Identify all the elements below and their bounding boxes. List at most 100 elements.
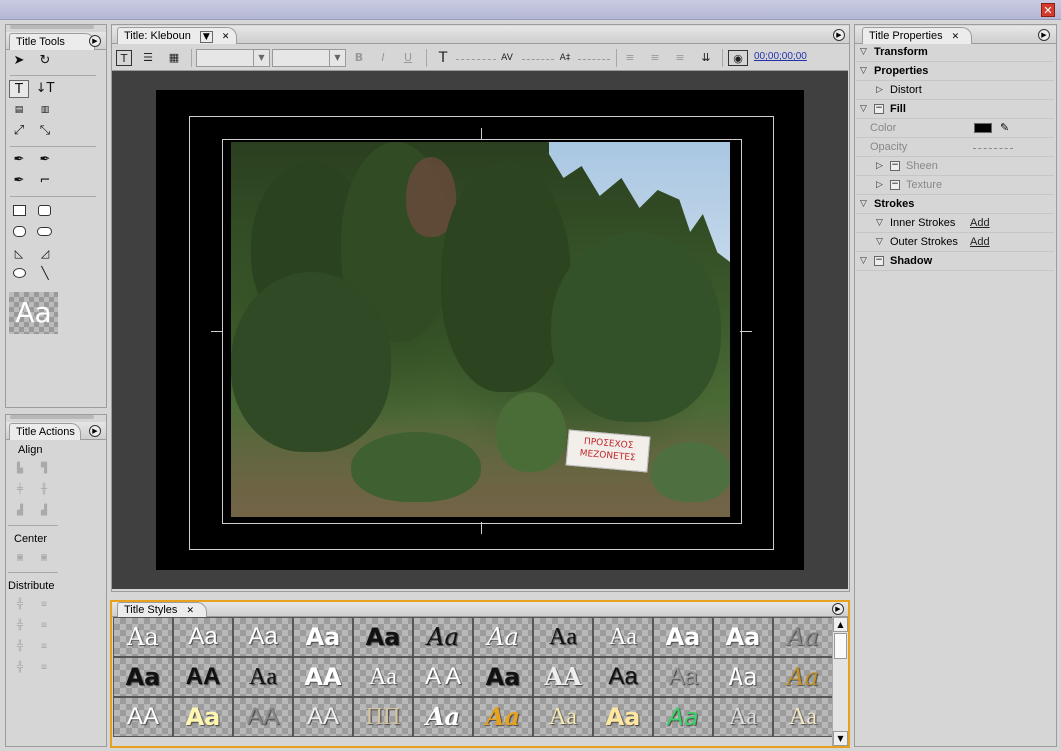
kerning-icon[interactable]: AV (498, 50, 516, 66)
arc-tool-icon[interactable]: ◿ (35, 245, 55, 263)
scroll-down-icon[interactable]: ▼ (833, 731, 848, 746)
align-v-center-icon[interactable]: ╫ (36, 483, 52, 497)
style-swatch[interactable]: AA (533, 657, 593, 697)
add-stroke-link[interactable]: Add (970, 233, 990, 251)
panel-grip[interactable] (10, 415, 94, 419)
tab-dropdown-icon[interactable]: ▼ (199, 31, 213, 43)
style-swatch[interactable]: Aa (713, 657, 773, 697)
style-swatch[interactable]: Aa (353, 617, 413, 657)
distribute-right-icon[interactable]: ╬ (12, 640, 28, 654)
property-row-inner-strokes[interactable]: ▽ Inner Strokes Add (856, 214, 1054, 233)
enable-checkbox[interactable]: − (874, 104, 884, 114)
fill-color-swatch[interactable] (974, 123, 992, 133)
delete-anchor-tool-icon[interactable]: ✒ (35, 151, 55, 169)
center-vertical-icon[interactable]: ▣ (12, 551, 28, 565)
style-swatch[interactable]: Aa (713, 697, 773, 737)
rotation-tool-icon[interactable]: ↻ (35, 52, 55, 70)
property-row-strokes[interactable]: ▽ Strokes (856, 195, 1054, 214)
panel-menu-icon[interactable]: ▶ (832, 603, 844, 615)
tab-title-tools[interactable]: Title Tools (9, 33, 95, 50)
rectangle-tool-icon[interactable] (13, 205, 26, 216)
font-size-field-icon[interactable] (456, 50, 496, 60)
distribute-top-icon[interactable]: ≡ (36, 598, 52, 612)
font-size-icon[interactable]: T (434, 50, 452, 66)
scroll-thumb[interactable] (834, 633, 847, 659)
distribute-v-even-icon[interactable]: ≡ (36, 661, 52, 675)
style-swatch[interactable]: AA (113, 697, 173, 737)
type-tool-icon[interactable]: T (9, 80, 29, 98)
expand-triangle-icon[interactable]: ▽ (860, 43, 867, 61)
style-swatch[interactable]: A A (413, 657, 473, 697)
enable-checkbox[interactable]: − (890, 161, 900, 171)
style-swatch[interactable]: Aa (653, 617, 713, 657)
style-swatch[interactable]: Aa (773, 617, 833, 657)
style-swatch[interactable]: Aa (473, 697, 533, 737)
distribute-h-even-icon[interactable]: ╬ (12, 661, 28, 675)
property-row-color[interactable]: Color ✎ (856, 119, 1054, 138)
align-left-icon[interactable]: ▙ (12, 462, 28, 476)
style-swatch[interactable]: Aa (593, 617, 653, 657)
tab-title-kleboun[interactable]: Title: Kleboun ▼ ✕ (117, 27, 237, 44)
tab-title-properties[interactable]: Title Properties ✕ (862, 27, 972, 44)
property-row-properties[interactable]: ▽ Properties (856, 62, 1054, 81)
align-center-text-icon[interactable]: ≡ (647, 50, 663, 66)
add-stroke-link[interactable]: Add (970, 214, 990, 232)
new-title-icon[interactable]: T (116, 50, 132, 66)
style-swatch[interactable]: Aa (473, 657, 533, 697)
font-style-dropdown[interactable]: ▼ (272, 49, 346, 67)
tab-close-icon[interactable]: ✕ (186, 606, 194, 616)
style-swatch[interactable]: Aa (773, 657, 833, 697)
pen-tool-icon[interactable]: ✒ (9, 151, 29, 169)
templates-icon[interactable]: ▦ (164, 50, 184, 66)
collapse-triangle-icon[interactable]: ▷ (876, 157, 883, 175)
tab-close-icon[interactable]: ✕ (222, 32, 230, 42)
tab-title-actions[interactable]: Title Actions (9, 423, 81, 440)
style-swatch[interactable]: AA (173, 657, 233, 697)
path-type-tool-icon[interactable]: ⤢ (9, 122, 29, 140)
panel-menu-icon[interactable]: ▶ (89, 35, 101, 47)
property-row-fill[interactable]: ▽ − Fill (856, 100, 1054, 119)
style-swatch[interactable]: Aa (113, 657, 173, 697)
style-swatch[interactable]: Aa (653, 697, 713, 737)
add-anchor-tool-icon[interactable]: ✒ (9, 172, 29, 190)
rounded-rectangle-tool-icon[interactable] (38, 205, 51, 216)
style-swatch[interactable]: Aa (533, 697, 593, 737)
collapse-triangle-icon[interactable]: ▷ (876, 176, 883, 194)
vertical-type-tool-icon[interactable]: ↓T (35, 80, 55, 98)
style-swatch[interactable]: Aa (413, 617, 473, 657)
style-swatch[interactable]: Aa (653, 657, 713, 697)
property-row-opacity[interactable]: Opacity (856, 138, 1054, 157)
kerning-field-icon[interactable] (522, 50, 554, 60)
wedge-tool-icon[interactable]: ◺ (9, 245, 29, 263)
align-left-text-icon[interactable]: ≡ (622, 50, 638, 66)
style-swatch[interactable]: Aa (173, 617, 233, 657)
vertical-area-type-tool-icon[interactable]: ▥ (35, 101, 55, 119)
tab-stops-icon[interactable]: ⇊ (696, 50, 716, 66)
style-swatch[interactable]: Aa (593, 697, 653, 737)
show-background-video-icon[interactable]: ◉ (728, 50, 748, 66)
distribute-left-icon[interactable]: ╬ (12, 598, 28, 612)
enable-checkbox[interactable]: − (890, 180, 900, 190)
property-row-texture[interactable]: ▷ − Texture (856, 176, 1054, 195)
clipped-corner-tool-icon[interactable] (37, 227, 52, 236)
style-swatch[interactable]: AA (293, 657, 353, 697)
align-bottom-icon[interactable]: ▟ (36, 504, 52, 518)
leading-icon[interactable]: A‡ (556, 50, 574, 66)
style-swatch[interactable]: Aa (413, 697, 473, 737)
eyedropper-icon[interactable]: ✎ (1000, 119, 1009, 137)
roll-crawl-options-icon[interactable]: ☰ (140, 50, 156, 66)
tab-close-icon[interactable]: ✕ (952, 32, 960, 42)
style-swatch[interactable]: AA (293, 697, 353, 737)
italic-icon[interactable]: I (376, 50, 390, 66)
timecode-field[interactable]: 00;00;00;00 (754, 51, 807, 62)
styles-scrollbar[interactable]: ▲ ▼ (832, 617, 848, 746)
style-swatch[interactable]: ΠΠ (353, 697, 413, 737)
collapse-triangle-icon[interactable]: ▷ (876, 81, 883, 99)
ellipse-tool-icon[interactable] (13, 268, 26, 278)
property-row-transform[interactable]: ▽ Transform (856, 43, 1054, 62)
panel-grip[interactable] (10, 25, 94, 29)
style-swatch[interactable]: AA (233, 697, 293, 737)
selection-tool-icon[interactable]: ➤ (9, 52, 29, 70)
expand-triangle-icon[interactable]: ▽ (860, 252, 867, 270)
property-row-shadow[interactable]: ▽ − Shadow (856, 252, 1054, 271)
